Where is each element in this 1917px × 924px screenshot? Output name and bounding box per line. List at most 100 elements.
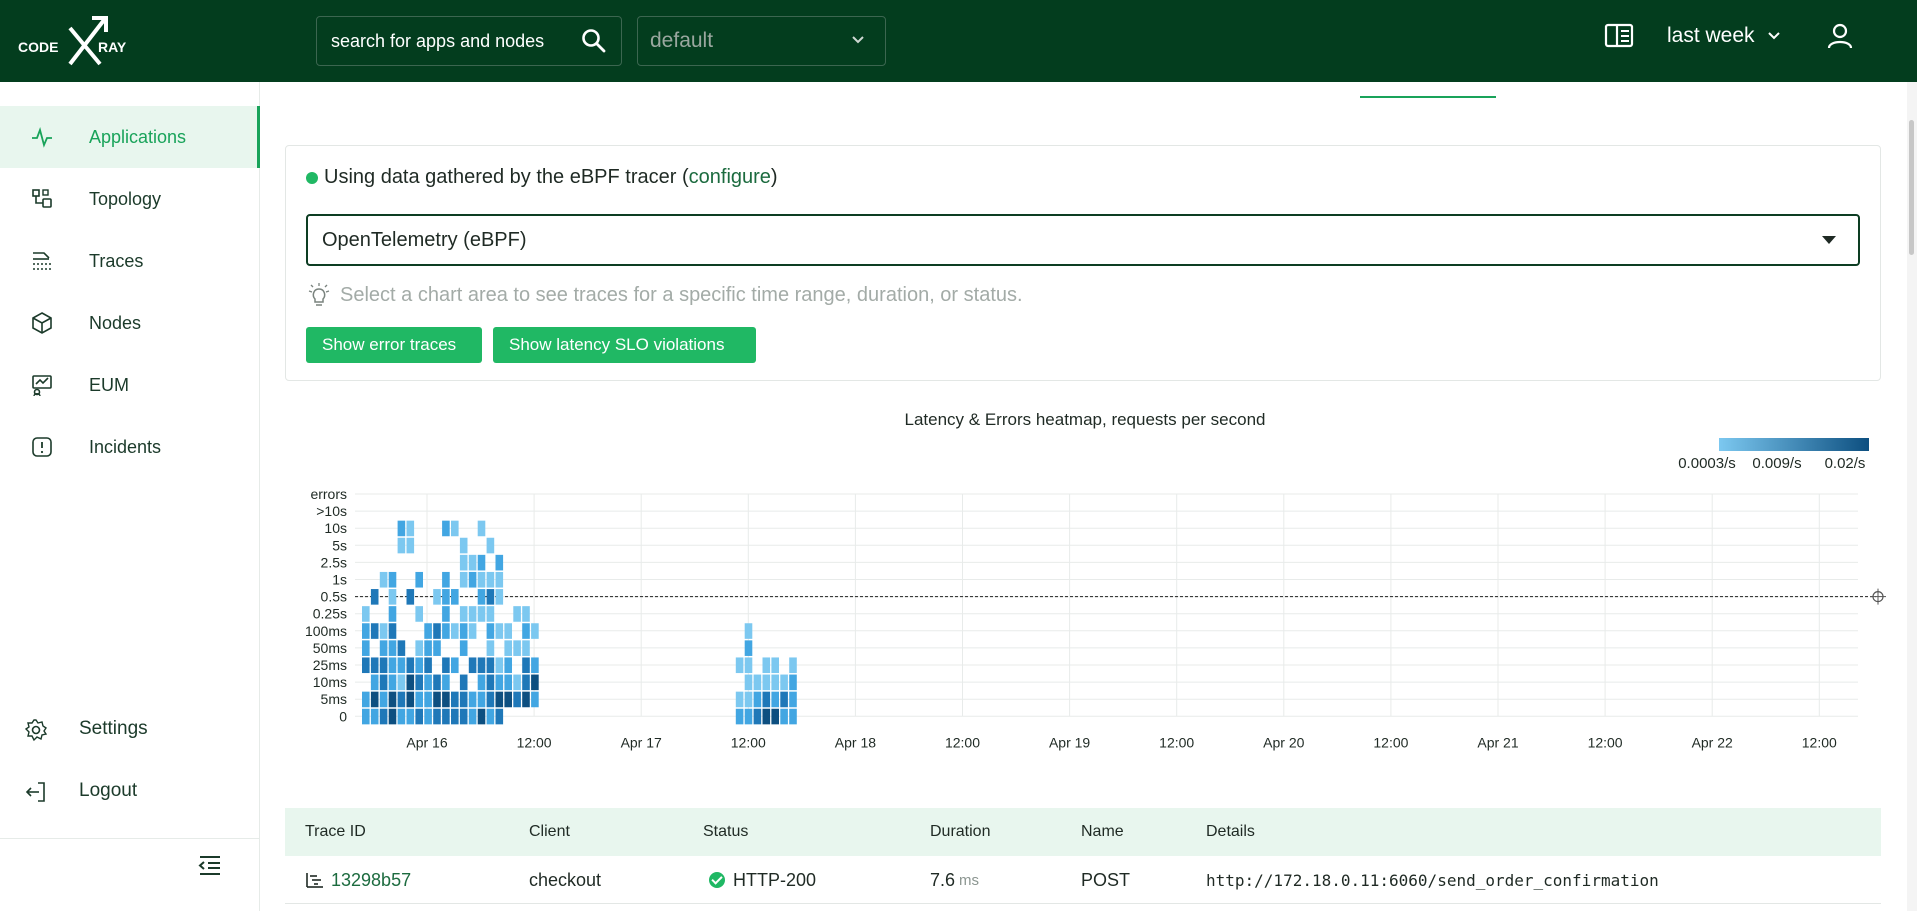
legend-label: 0.0003/s [1678, 455, 1736, 472]
sidebar-item-topology[interactable]: Topology [0, 168, 260, 230]
status-cell: HTTP-200 [709, 856, 816, 904]
sidebar-item-settings[interactable]: Settings [0, 705, 260, 755]
latency-heatmap[interactable]: Latency & Errors heatmap, requests per s… [285, 400, 1905, 770]
x-tick-label: Apr 21 [1477, 734, 1518, 750]
legend-label: 0.02/s [1825, 455, 1866, 472]
search-icon[interactable] [581, 28, 607, 54]
heatmap-cell [379, 640, 388, 656]
sidebar-item-label: Nodes [89, 312, 142, 333]
name-cell: POST [1081, 869, 1131, 890]
user-icon[interactable] [1826, 22, 1854, 50]
collapse-sidebar-icon[interactable] [198, 854, 222, 876]
heatmap-cell [513, 674, 521, 691]
heatmap-cell [477, 674, 486, 691]
table-row[interactable] [285, 904, 1881, 924]
lightbulb-icon [308, 283, 330, 306]
heatmap-cell [370, 674, 379, 691]
col-name[interactable]: Name [1081, 808, 1124, 856]
heatmap-cell [388, 623, 397, 639]
sidebar-item-incidents[interactable]: Incidents [0, 416, 260, 478]
trace-id-cell[interactable]: 13298b57 [305, 856, 411, 904]
heatmap-cell [789, 674, 797, 691]
heatmap-cell [388, 674, 397, 691]
scrollbar-thumb[interactable] [1909, 120, 1914, 255]
sidebar-item-label: Topology [89, 188, 162, 209]
heatmap-cell [735, 657, 744, 674]
legend-label: 0.009/s [1752, 455, 1801, 472]
y-tick-label: 5ms [321, 691, 347, 707]
gear-icon [24, 719, 48, 742]
col-details[interactable]: Details [1206, 808, 1255, 856]
col-client[interactable]: Client [529, 808, 570, 856]
sidebar-item-nodes[interactable]: Nodes [0, 292, 260, 354]
sidebar-item-label: Traces [89, 250, 144, 271]
panel-toggle-icon[interactable] [1604, 22, 1634, 50]
heatmap-cell [522, 674, 530, 691]
heatmap-cell [486, 571, 495, 588]
project-select[interactable]: default [637, 16, 886, 66]
heatmap-cell [744, 640, 753, 656]
trace-source-select[interactable]: OpenTelemetry (eBPF) [306, 214, 1860, 266]
heatmap-cell [397, 708, 406, 725]
cube-icon [32, 312, 52, 334]
heatmap-svg[interactable]: Latency & Errors heatmap, requests per s… [285, 400, 1905, 770]
y-tick-label: 5s [332, 537, 347, 553]
heatmap-cell [379, 708, 388, 725]
col-status[interactable]: Status [703, 808, 748, 856]
y-tick-label: errors [310, 486, 347, 502]
time-range-picker[interactable]: last week [1667, 24, 1781, 48]
active-tab-indicator [1360, 96, 1496, 98]
heatmap-cell [415, 640, 423, 656]
sidebar-item-label: Applications [89, 126, 187, 147]
heatmap-cell [362, 606, 370, 622]
heatmap-cell [459, 606, 468, 622]
codexray-logo[interactable]: CODE RAY [18, 14, 128, 70]
trace-id-link[interactable]: 13298b57 [331, 870, 411, 891]
col-trace-id[interactable]: Trace ID [305, 808, 366, 856]
heatmap-cell [762, 691, 771, 708]
heatmap-cell [370, 589, 379, 605]
heatmap-cell [415, 571, 423, 588]
heatmap-cell [513, 691, 521, 708]
sidebar-item-applications[interactable]: Applications [0, 106, 260, 168]
heatmap-cell [433, 691, 441, 708]
heatmap-cell [451, 657, 459, 674]
x-tick-label: Apr 17 [621, 734, 662, 750]
search-input[interactable]: search for apps and nodes [316, 16, 622, 66]
heatmap-cell [744, 691, 753, 708]
heatmap-cell [406, 537, 415, 554]
chevron-down-icon [1767, 32, 1780, 40]
topology-icon [32, 189, 52, 208]
sidebar-item-logout[interactable]: Logout [0, 767, 260, 817]
y-tick-label: 50ms [313, 640, 347, 656]
col-duration[interactable]: Duration [930, 808, 990, 856]
heatmap-cell [468, 606, 477, 622]
duration-cell: 7.6 ms [930, 856, 979, 904]
heatmap-cell [442, 589, 450, 605]
heatmap-cell [406, 674, 415, 691]
heatmap-cell [504, 640, 512, 656]
heatmap-cell [468, 571, 477, 588]
heatmap-cell [459, 640, 468, 656]
alert-icon [32, 437, 52, 457]
heatmap-cell [477, 520, 486, 537]
sidebar-item-eum[interactable]: EUM [0, 354, 260, 416]
heatmap-cell [495, 657, 504, 674]
project-value: default [650, 29, 714, 52]
heatmap-cell [531, 691, 539, 708]
show-latency-slo-button[interactable]: Show latency SLO violations [493, 327, 756, 363]
x-tick-label: 12:00 [945, 734, 980, 750]
sidebar-item-traces[interactable]: Traces [0, 230, 260, 292]
table-row[interactable]: 13298b57 checkout HTTP-200 7.6 ms POST h… [285, 856, 1881, 904]
heatmap-cell [397, 640, 406, 656]
heatmap-cell [486, 640, 495, 656]
configure-link[interactable]: configure [689, 166, 771, 189]
show-error-traces-button[interactable]: Show error traces [306, 327, 482, 363]
check-circle-icon [709, 872, 725, 888]
duration-value: 7.6 [930, 869, 956, 890]
sidebar-divider [0, 838, 260, 839]
client-cell: checkout [529, 869, 602, 890]
heatmap-cell [424, 657, 432, 674]
heatmap-cell [468, 657, 477, 674]
tracing-config-card: Using data gathered by the eBPF tracer (… [285, 145, 1881, 381]
